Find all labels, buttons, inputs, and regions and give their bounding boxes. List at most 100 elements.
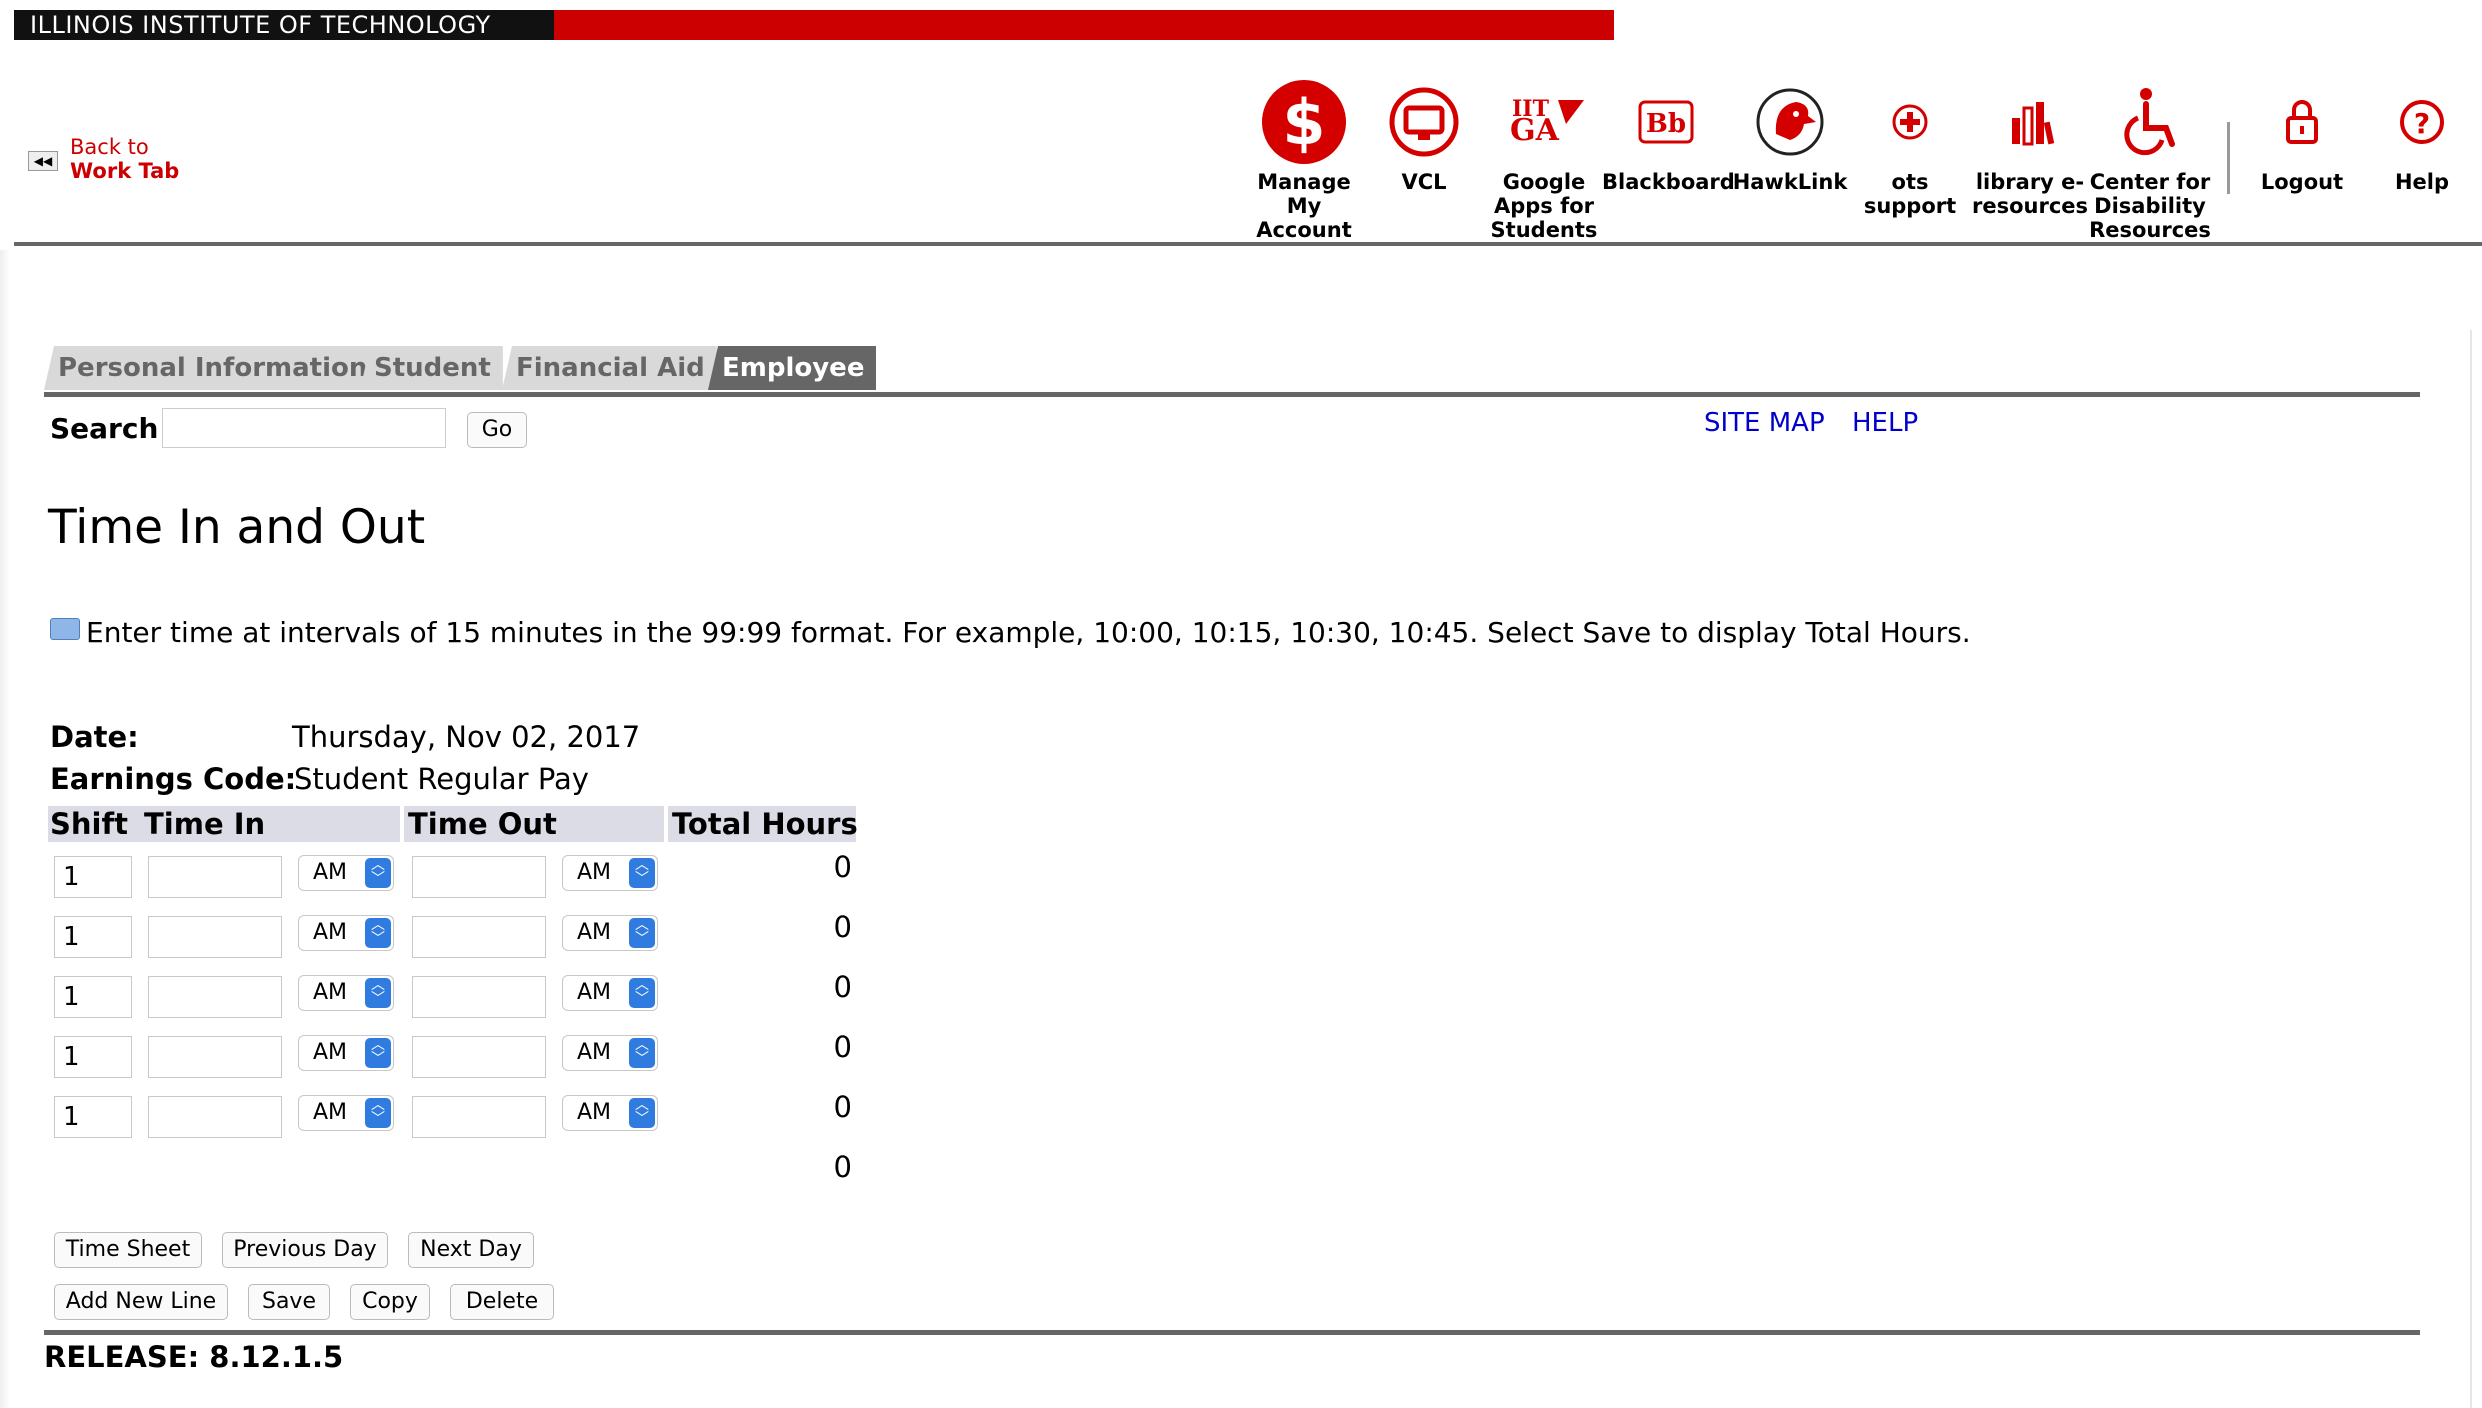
shift-input[interactable]: 1: [54, 856, 132, 898]
time-in-input[interactable]: [148, 856, 282, 898]
right-edge-line: [2470, 330, 2472, 1408]
university-banner: ILLINOIS INSTITUTE OF TECHNOLOGY: [14, 10, 1614, 40]
chevron-updown-icon: ︿ ﹀: [365, 858, 391, 888]
time-in-ampm-select[interactable]: AM ︿ ﹀: [298, 1035, 394, 1071]
time-in-ampm-select[interactable]: AM ︿ ﹀: [298, 975, 394, 1011]
time-out-ampm-select[interactable]: AM ︿ ﹀: [562, 1095, 658, 1131]
select-value: AM: [313, 1100, 348, 1125]
header-link-blackboard[interactable]: Bb Blackboard: [1602, 78, 1735, 194]
time-out-input[interactable]: [412, 856, 546, 898]
shift-input[interactable]: 1: [54, 1096, 132, 1138]
svg-text:$: $: [1282, 86, 1325, 159]
date-value: Thursday, Nov 02, 2017: [292, 720, 641, 754]
time-in-input[interactable]: [148, 976, 282, 1018]
footer-rule: [44, 1330, 2420, 1335]
chevron-updown-icon: ︿ ﹀: [365, 1038, 391, 1068]
time-in-ampm-select[interactable]: AM ︿ ﹀: [298, 855, 394, 891]
header-link-label: Manage My Account: [1256, 170, 1352, 242]
chevron-updown-icon: ︿ ﹀: [629, 978, 655, 1008]
dollar-icon: $: [1260, 78, 1348, 166]
header-link-label: Google Apps for Students: [1490, 170, 1598, 242]
back-link-line1: Back to: [70, 135, 149, 159]
next-day-button[interactable]: Next Day: [408, 1232, 534, 1268]
tab-employee[interactable]: Employee: [708, 346, 877, 390]
select-value: AM: [577, 920, 612, 945]
header-link-label: VCL: [1401, 170, 1447, 194]
row-total-hours: 0: [833, 910, 852, 944]
time-out-input[interactable]: [412, 976, 546, 1018]
row-total-hours: 0: [833, 970, 852, 1004]
header-link-label: HawkLink: [1732, 170, 1848, 194]
go-button[interactable]: Go: [467, 412, 527, 448]
select-value: AM: [313, 860, 348, 885]
rewind-icon: ◀◀: [28, 151, 58, 171]
grand-total-hours: 0: [833, 1150, 852, 1184]
delete-button[interactable]: Delete: [450, 1284, 554, 1320]
previous-day-button[interactable]: Previous Day: [222, 1232, 388, 1268]
tab-student[interactable]: Student: [360, 346, 503, 390]
column-header-time-out: Time Out: [408, 807, 557, 841]
row-total-hours: 0: [833, 850, 852, 884]
header-link-manage-my-account[interactable]: $ Manage My Account: [1240, 78, 1368, 242]
time-out-input[interactable]: [412, 1096, 546, 1138]
header-link-hawklink[interactable]: HawkLink: [1726, 78, 1854, 194]
earnings-code-value: Student Regular Pay: [294, 762, 589, 796]
lock-icon: [2258, 78, 2346, 166]
row-total-hours: 0: [833, 1030, 852, 1064]
svg-text:Bb: Bb: [1646, 109, 1686, 139]
search-label: Search: [50, 412, 159, 445]
tab-personal-information[interactable]: Personal Information: [44, 346, 380, 390]
banner-red-segment: [554, 10, 1614, 40]
row-total-hours: 0: [833, 1090, 852, 1124]
chevron-updown-icon: ︿ ﹀: [629, 1098, 655, 1128]
time-out-ampm-select[interactable]: AM ︿ ﹀: [562, 855, 658, 891]
time-sheet-button[interactable]: Time Sheet: [54, 1232, 202, 1268]
save-button[interactable]: Save: [248, 1284, 330, 1320]
shift-input[interactable]: 1: [54, 916, 132, 958]
time-in-input[interactable]: [148, 1036, 282, 1078]
time-out-ampm-select[interactable]: AM ︿ ﹀: [562, 1035, 658, 1071]
time-in-input[interactable]: [148, 1096, 282, 1138]
chevron-updown-icon: ︿ ﹀: [629, 918, 655, 948]
chevron-updown-icon: ︿ ﹀: [365, 918, 391, 948]
header-link-library-e-resources[interactable]: library e-resources: [1966, 78, 2094, 218]
header-link-google-apps[interactable]: IIT GA Google Apps for Students: [1480, 78, 1608, 242]
header-link-logout[interactable]: Logout: [2238, 78, 2366, 194]
select-value: AM: [313, 920, 348, 945]
chevron-updown-icon: ︿ ﹀: [629, 858, 655, 888]
time-out-input[interactable]: [412, 1036, 546, 1078]
info-text: Enter time at intervals of 15 minutes in…: [86, 616, 1971, 649]
chevron-updown-icon: ︿ ﹀: [365, 978, 391, 1008]
header-link-label: Logout: [2260, 170, 2344, 194]
select-value: AM: [577, 980, 612, 1005]
question-icon: ?: [2378, 78, 2466, 166]
help-link[interactable]: HELP: [1852, 408, 1918, 438]
copy-button[interactable]: Copy: [350, 1284, 430, 1320]
back-link-text: Back to Work Tab: [70, 135, 179, 183]
time-in-ampm-select[interactable]: AM ︿ ﹀: [298, 1095, 394, 1131]
wheelchair-icon: [2106, 78, 2194, 166]
back-link-line2: Work Tab: [70, 159, 180, 183]
header-link-center-for-disability-resources[interactable]: Center for Disability Resources: [2086, 78, 2214, 242]
time-out-ampm-select[interactable]: AM ︿ ﹀: [562, 975, 658, 1011]
column-header-total-hours: Total Hours: [672, 807, 858, 841]
time-in-input[interactable]: [148, 916, 282, 958]
left-edge-shadow: [0, 250, 10, 1408]
add-new-line-button[interactable]: Add New Line: [54, 1284, 228, 1320]
time-in-ampm-select[interactable]: AM ︿ ﹀: [298, 915, 394, 951]
header-link-ots-support[interactable]: ots support: [1846, 78, 1974, 218]
select-value: AM: [577, 1040, 612, 1065]
date-label: Date:: [50, 720, 139, 754]
shift-input[interactable]: 1: [54, 1036, 132, 1078]
header-link-label: Help: [2394, 170, 2450, 194]
shift-input[interactable]: 1: [54, 976, 132, 1018]
header-link-vcl[interactable]: VCL: [1360, 78, 1488, 194]
site-map-link[interactable]: SITE MAP: [1704, 408, 1825, 438]
hawk-icon: [1746, 78, 1834, 166]
tab-financial-aid[interactable]: Financial Aid: [502, 346, 717, 390]
search-input[interactable]: [162, 408, 446, 448]
plus-icon: [1866, 78, 1954, 166]
time-out-input[interactable]: [412, 916, 546, 958]
header-link-help[interactable]: ? Help: [2358, 78, 2482, 194]
time-out-ampm-select[interactable]: AM ︿ ﹀: [562, 915, 658, 951]
